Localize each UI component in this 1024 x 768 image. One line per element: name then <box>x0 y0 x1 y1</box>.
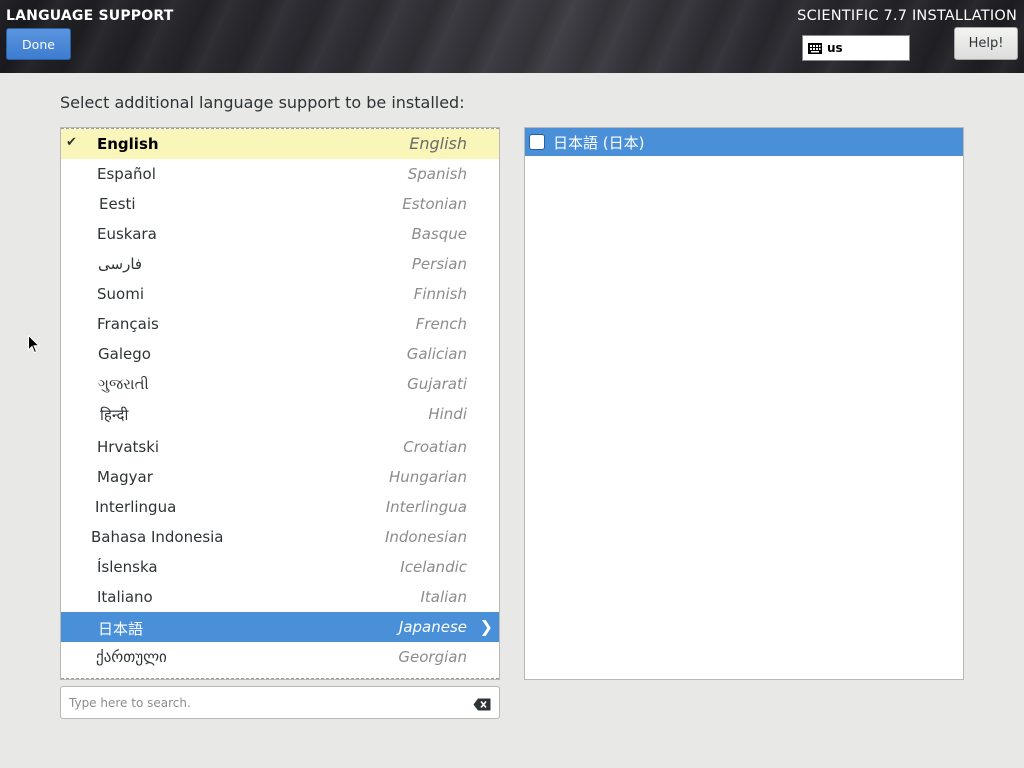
keyboard-layout-indicator[interactable]: us <box>802 35 910 61</box>
language-row[interactable]: Magyar Hungarian <box>61 462 499 492</box>
language-english-name: Interlingua <box>385 498 467 516</box>
language-native-name: Íslenska <box>97 558 158 576</box>
instruction-text: Select additional language support to be… <box>60 93 465 112</box>
language-native-name: Español <box>97 165 156 183</box>
mouse-pointer-icon <box>28 334 41 358</box>
language-row[interactable]: Euskara Basque <box>61 219 499 249</box>
language-row[interactable]: Italiano Italian <box>61 582 499 612</box>
language-native-name: Bahasa Indonesia <box>91 528 224 546</box>
language-english-name: Indonesian <box>384 528 467 546</box>
language-row[interactable]: ✔ English English <box>61 129 499 159</box>
language-row[interactable]: Français French <box>61 309 499 339</box>
language-row[interactable]: Íslenska Icelandic <box>61 552 499 582</box>
language-english-name: Japanese <box>398 618 467 636</box>
language-native-name: Hrvatski <box>97 438 160 456</box>
language-row[interactable]: ქართული Georgian <box>61 642 499 672</box>
screen-title: LANGUAGE SUPPORT <box>6 8 174 24</box>
language-english-name: Galician <box>406 345 467 363</box>
language-row[interactable]: Bahasa Indonesia Indonesian <box>61 522 499 552</box>
language-english-name: Hindi <box>428 405 467 423</box>
language-native-name: ગુજરાતી <box>98 375 149 393</box>
language-native-name: فارسی <box>98 255 143 273</box>
product-title: SCIENTIFIC 7.7 INSTALLATION <box>797 8 1017 24</box>
language-native-name: English <box>97 135 159 153</box>
language-english-name: Spanish <box>407 165 467 183</box>
language-english-name: Persian <box>411 255 467 273</box>
language-native-name: Italiano <box>97 588 153 606</box>
language-native-name: Magyar <box>97 468 153 486</box>
language-native-name: Eesti <box>99 195 136 213</box>
locale-list[interactable]: 日本語 (日本) <box>524 127 964 680</box>
language-row[interactable]: Eesti Estonian <box>61 189 499 219</box>
language-english-name: Basque <box>411 225 467 243</box>
language-row[interactable]: Galego Galician <box>61 339 499 369</box>
language-english-name: Icelandic <box>400 558 467 576</box>
language-english-name: Estonian <box>402 195 467 213</box>
language-english-name: English <box>409 134 467 153</box>
language-english-name: Finnish <box>413 285 467 303</box>
language-native-name: 日本語 <box>98 620 144 638</box>
language-english-name: French <box>415 315 467 333</box>
language-row[interactable]: 日本語 Japanese ❯ <box>61 612 499 642</box>
clear-search-icon[interactable] <box>473 696 491 715</box>
locale-row[interactable]: 日本語 (日本) <box>525 128 963 156</box>
language-native-name: Euskara <box>97 225 157 243</box>
installed-check-icon: ✔ <box>66 135 77 150</box>
language-english-name: Gujarati <box>407 375 467 393</box>
done-button[interactable]: Done <box>6 28 71 60</box>
locale-label: 日本語 (日本) <box>553 133 645 152</box>
language-native-name: हिन्दी <box>100 406 129 424</box>
language-native-name: ქართული <box>96 648 167 666</box>
language-english-name: Croatian <box>403 438 467 456</box>
language-native-name: Français <box>97 315 159 333</box>
language-row[interactable]: Suomi Finnish <box>61 279 499 309</box>
language-row[interactable]: فارسی Persian <box>61 249 499 279</box>
language-english-name: Hungarian <box>388 468 467 486</box>
language-row[interactable]: Interlingua Interlingua <box>61 492 499 522</box>
language-english-name: Georgian <box>398 648 467 666</box>
locale-checkbox[interactable] <box>529 134 545 150</box>
language-row[interactable]: ગુજરાતી Gujarati <box>61 369 499 399</box>
chevron-right-icon: ❯ <box>479 617 493 636</box>
language-native-name: Suomi <box>97 285 144 303</box>
language-row[interactable]: Hrvatski Croatian <box>61 432 499 462</box>
keyboard-layout-label: us <box>827 41 843 55</box>
language-native-name: Galego <box>98 345 151 363</box>
header-bar: LANGUAGE SUPPORT SCIENTIFIC 7.7 INSTALLA… <box>0 0 1024 73</box>
language-native-name: Interlingua <box>95 498 177 516</box>
language-english-name: Italian <box>420 588 467 606</box>
search-box <box>60 686 500 719</box>
language-row[interactable]: हिन्दी Hindi <box>61 399 499 429</box>
language-row[interactable]: Español Spanish <box>61 159 499 189</box>
keyboard-icon <box>808 39 822 58</box>
help-button[interactable]: Help! <box>954 27 1018 60</box>
language-list[interactable]: ✔ English English Español Spanish Eesti Estoni… <box>60 127 500 680</box>
search-input[interactable] <box>69 695 459 710</box>
